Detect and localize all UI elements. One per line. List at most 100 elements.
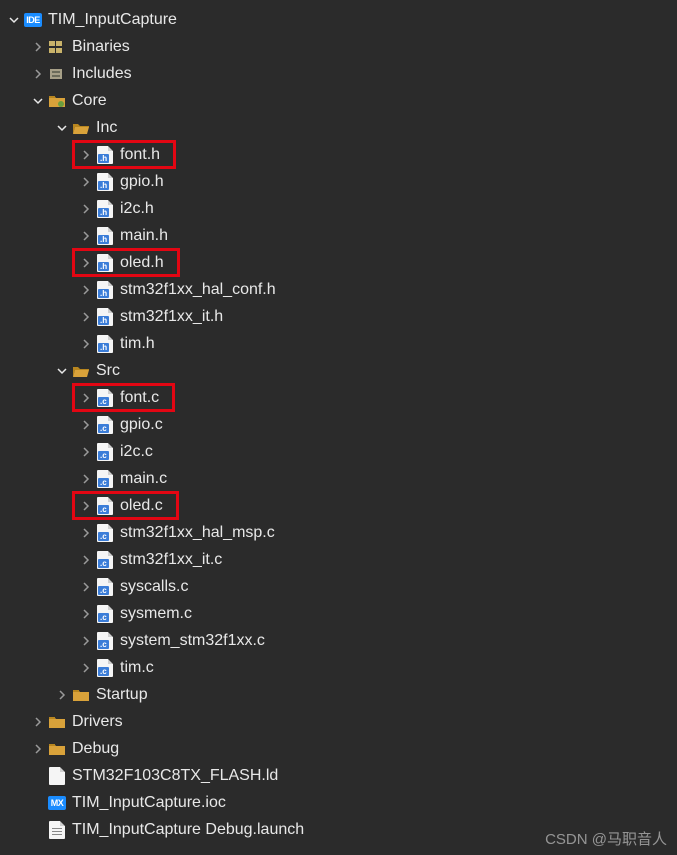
project-explorer-tree[interactable]: IDETIM_InputCapture Binaries Includes Core I…	[0, 0, 677, 843]
tree-item-label: Binaries	[72, 38, 130, 56]
tree-item-main-h[interactable]: .h main.h	[0, 222, 677, 249]
tree-item-stm32f1xx-hal-conf-h[interactable]: .hstm32f1xx_hal_conf.h	[0, 276, 677, 303]
chevron-right-icon[interactable]	[78, 498, 94, 514]
h-icon: .h	[96, 227, 114, 245]
tree-item-label: stm32f1xx_it.h	[120, 308, 223, 326]
chevron-right-icon[interactable]	[78, 444, 94, 460]
chevron-right-icon[interactable]	[30, 39, 46, 55]
tree-item-tim-inputcapture-ioc[interactable]: MX TIM_InputCapture.ioc	[0, 789, 677, 816]
c-icon: .c	[96, 497, 114, 515]
c-icon: .c	[96, 416, 114, 434]
no-chevron	[30, 822, 46, 838]
h-icon: .h	[96, 254, 114, 272]
tree-item-drivers[interactable]: Drivers	[0, 708, 677, 735]
tree-item-tim-c[interactable]: .ctim.c	[0, 654, 677, 681]
chevron-down-icon[interactable]	[54, 120, 70, 136]
tree-item-sysmem-c[interactable]: .csysmem.c	[0, 600, 677, 627]
h-icon: .h	[96, 200, 114, 218]
chevron-right-icon[interactable]	[30, 66, 46, 82]
tree-item-src[interactable]: Src	[0, 357, 677, 384]
tree-item-label: Drivers	[72, 713, 123, 731]
tree-item-debug[interactable]: Debug	[0, 735, 677, 762]
chevron-right-icon[interactable]	[78, 579, 94, 595]
tree-item-inc[interactable]: Inc	[0, 114, 677, 141]
tree-item-label: Inc	[96, 119, 117, 137]
source-folder-icon	[48, 92, 66, 110]
tree-item-oled-c[interactable]: .coled.c	[0, 492, 677, 519]
chevron-right-icon[interactable]	[78, 390, 94, 406]
tree-item-label: Startup	[96, 686, 148, 704]
file-icon	[48, 767, 66, 785]
chevron-right-icon[interactable]	[78, 417, 94, 433]
chevron-down-icon[interactable]	[30, 93, 46, 109]
tree-item-font-h[interactable]: .hfont.h	[0, 141, 677, 168]
chevron-right-icon[interactable]	[78, 606, 94, 622]
h-icon: .h	[96, 308, 114, 326]
c-icon: .c	[96, 389, 114, 407]
folder-open-icon	[72, 362, 90, 380]
tree-item-stm32f1xx-it-h[interactable]: .h stm32f1xx_it.h	[0, 303, 677, 330]
tree-item-stm32f1xx-it-c[interactable]: .cstm32f1xx_it.c	[0, 546, 677, 573]
chevron-right-icon[interactable]	[78, 228, 94, 244]
tree-item-includes[interactable]: Includes	[0, 60, 677, 87]
tree-item-oled-h[interactable]: .h oled.h	[0, 249, 677, 276]
tree-item-system-stm32f1xx-c[interactable]: .csystem_stm32f1xx.c	[0, 627, 677, 654]
tree-item-gpio-c[interactable]: .c gpio.c	[0, 411, 677, 438]
includes-icon	[48, 65, 66, 83]
tree-item-core[interactable]: Core	[0, 87, 677, 114]
tree-item-label: gpio.h	[120, 173, 164, 191]
tree-item-stm32f103c8tx-flash-ld[interactable]: STM32F103C8TX_FLASH.ld	[0, 762, 677, 789]
h-icon: .h	[96, 335, 114, 353]
tree-item-stm32f1xx-hal-msp-c[interactable]: .cstm32f1xx_hal_msp.c	[0, 519, 677, 546]
tree-item-label: i2c.h	[120, 200, 154, 218]
c-icon: .c	[96, 470, 114, 488]
folder-icon	[48, 740, 66, 758]
chevron-right-icon[interactable]	[30, 741, 46, 757]
chevron-right-icon[interactable]	[30, 714, 46, 730]
tree-item-i2c-h[interactable]: .h i2c.h	[0, 195, 677, 222]
chevron-right-icon[interactable]	[78, 282, 94, 298]
tree-item-label: TIM_InputCapture	[48, 11, 177, 29]
chevron-down-icon[interactable]	[6, 12, 22, 28]
chevron-right-icon[interactable]	[78, 552, 94, 568]
chevron-down-icon[interactable]	[54, 363, 70, 379]
tree-item-main-c[interactable]: .cmain.c	[0, 465, 677, 492]
chevron-right-icon[interactable]	[78, 255, 94, 271]
tree-item-label: main.h	[120, 227, 168, 245]
c-icon: .c	[96, 443, 114, 461]
chevron-right-icon[interactable]	[78, 147, 94, 163]
chevron-right-icon[interactable]	[78, 471, 94, 487]
tree-item-i2c-c[interactable]: .ci2c.c	[0, 438, 677, 465]
tree-item-label: tim.h	[120, 335, 155, 353]
tree-item-gpio-h[interactable]: .hgpio.h	[0, 168, 677, 195]
tree-item-font-c[interactable]: .c font.c	[0, 384, 677, 411]
tree-item-label: font.h	[120, 146, 160, 164]
chevron-right-icon[interactable]	[78, 660, 94, 676]
chevron-right-icon[interactable]	[78, 309, 94, 325]
project-root[interactable]: IDETIM_InputCapture	[0, 6, 677, 33]
chevron-right-icon[interactable]	[78, 633, 94, 649]
tree-item-label: Core	[72, 92, 107, 110]
tree-item-label: stm32f1xx_it.c	[120, 551, 222, 569]
tree-item-label: oled.h	[120, 254, 164, 272]
mx-icon: MX	[48, 794, 66, 812]
c-icon: .c	[96, 578, 114, 596]
tree-item-label: stm32f1xx_hal_msp.c	[120, 524, 275, 542]
txt-icon	[48, 821, 66, 839]
chevron-right-icon[interactable]	[78, 525, 94, 541]
chevron-right-icon[interactable]	[78, 174, 94, 190]
tree-item-syscalls-c[interactable]: .c syscalls.c	[0, 573, 677, 600]
chevron-right-icon[interactable]	[78, 201, 94, 217]
tree-item-label: TIM_InputCapture.ioc	[72, 794, 226, 812]
chevron-right-icon[interactable]	[78, 336, 94, 352]
tree-item-tim-h[interactable]: .h tim.h	[0, 330, 677, 357]
tree-item-label: gpio.c	[120, 416, 163, 434]
folder-open-icon	[72, 119, 90, 137]
folder-icon	[72, 686, 90, 704]
tree-item-binaries[interactable]: Binaries	[0, 33, 677, 60]
chevron-right-icon[interactable]	[54, 687, 70, 703]
tree-item-startup[interactable]: Startup	[0, 681, 677, 708]
tree-item-label: syscalls.c	[120, 578, 188, 596]
tree-item-label: font.c	[120, 389, 159, 407]
no-chevron	[30, 768, 46, 784]
